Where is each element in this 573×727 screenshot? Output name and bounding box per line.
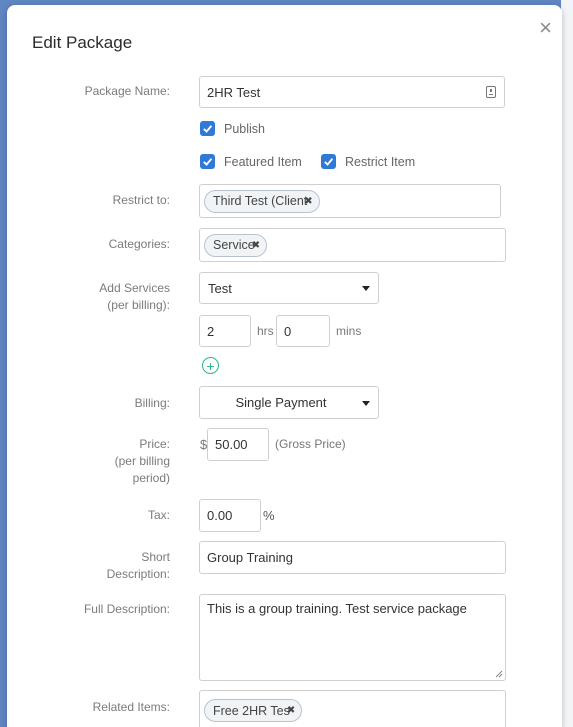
price-input[interactable]: 50.00 (207, 428, 269, 461)
related-items-tag: Free 2HR Tes ✖ (204, 699, 303, 722)
hours-value: 2 (207, 323, 215, 339)
restrict-item-label: Restrict Item (345, 154, 416, 169)
related-items-input[interactable]: Free 2HR Tes ✖ (199, 690, 506, 727)
checkmark-icon (324, 158, 334, 166)
tax-label: Tax: (147, 508, 170, 522)
x-icon[interactable]: ✖ (304, 196, 312, 207)
package-name-value: 2HR Test (207, 84, 261, 100)
billing-select-value: Single Payment (235, 395, 327, 410)
mins-input[interactable]: 0 (276, 315, 330, 347)
resize-handle-icon[interactable] (495, 670, 503, 678)
plus-circle-icon[interactable]: + (202, 357, 219, 374)
package-name-label: Package Name: (84, 84, 170, 98)
checkmark-icon (203, 125, 213, 133)
hours-input[interactable]: 2 (199, 315, 251, 347)
contact-card-icon (486, 86, 496, 98)
tax-unit: % (263, 508, 275, 523)
restrict-to-label: Restrict to: (112, 193, 170, 207)
publish-checkbox[interactable] (200, 121, 215, 136)
related-items-label: Related Items: (92, 700, 170, 714)
mins-value: 0 (284, 323, 292, 339)
package-name-input[interactable]: 2HR Test (199, 76, 505, 108)
publish-checkbox-row[interactable]: Publish (200, 121, 265, 136)
price-label-line1: Price: (139, 437, 170, 451)
restrict-item-checkbox-row[interactable]: Restrict Item (321, 154, 415, 169)
modal-title: Edit Package (32, 33, 133, 52)
add-services-label: Add Services (per billing): (99, 280, 170, 314)
price-label-line3: period) (132, 471, 170, 485)
restrict-to-tag: Third Test (Client ✖ (204, 189, 320, 213)
related-items-tag-label: Free 2HR Tes (213, 703, 290, 718)
add-services-label-line1: Add Services (99, 281, 170, 295)
edit-package-modal: × Edit Package Package Name: 2HR Test Pu… (7, 5, 562, 727)
billing-label: Billing: (134, 396, 170, 410)
mins-unit: mins (336, 324, 362, 338)
categories-label: Categories: (108, 237, 170, 251)
price-label: Price: (per billing period) (115, 436, 170, 487)
categories-input[interactable]: Service ✖ (199, 228, 506, 262)
categories-tag-label: Service (213, 238, 255, 252)
checkmark-icon (203, 158, 213, 166)
short-description-label-line1: Short (141, 550, 170, 564)
page-edge (561, 0, 573, 727)
hours-unit: hrs (257, 324, 274, 338)
full-description-value: This is a group training. Test service p… (207, 601, 467, 616)
close-icon[interactable]: × (539, 17, 552, 39)
billing-select[interactable]: Single Payment (199, 386, 379, 419)
price-label-line2: (per billing (114, 454, 170, 468)
add-services-label-line2: (per billing): (107, 298, 170, 312)
short-description-label: Short Description: (107, 549, 170, 583)
short-description-label-line2: Description: (106, 567, 170, 581)
publish-label: Publish (224, 121, 265, 136)
restrict-to-input[interactable]: Third Test (Client ✖ (199, 184, 501, 218)
short-description-value: Group Training (207, 550, 293, 565)
chevron-down-icon (362, 400, 370, 406)
x-icon[interactable]: ✖ (287, 705, 295, 716)
short-description-input[interactable]: Group Training (199, 541, 506, 574)
price-note: (Gross Price) (275, 437, 346, 451)
featured-checkbox-row[interactable]: Featured Item (200, 154, 302, 169)
tax-input[interactable]: 0.00 (199, 499, 261, 532)
x-icon[interactable]: ✖ (252, 240, 260, 251)
categories-tag: Service ✖ (204, 233, 268, 257)
featured-label: Featured Item (224, 154, 302, 169)
full-description-label: Full Description: (83, 602, 170, 616)
service-select-value: Test (208, 280, 232, 296)
featured-checkbox[interactable] (200, 154, 215, 169)
restrict-to-tag-label: Third Test (Client (213, 194, 308, 208)
service-select[interactable]: Test (199, 272, 379, 304)
chevron-down-icon (362, 286, 370, 291)
tax-value: 0.00 (207, 508, 233, 523)
price-value: 50.00 (215, 437, 248, 452)
restrict-item-checkbox[interactable] (321, 154, 336, 169)
full-description-textarea[interactable]: This is a group training. Test service p… (199, 594, 506, 681)
